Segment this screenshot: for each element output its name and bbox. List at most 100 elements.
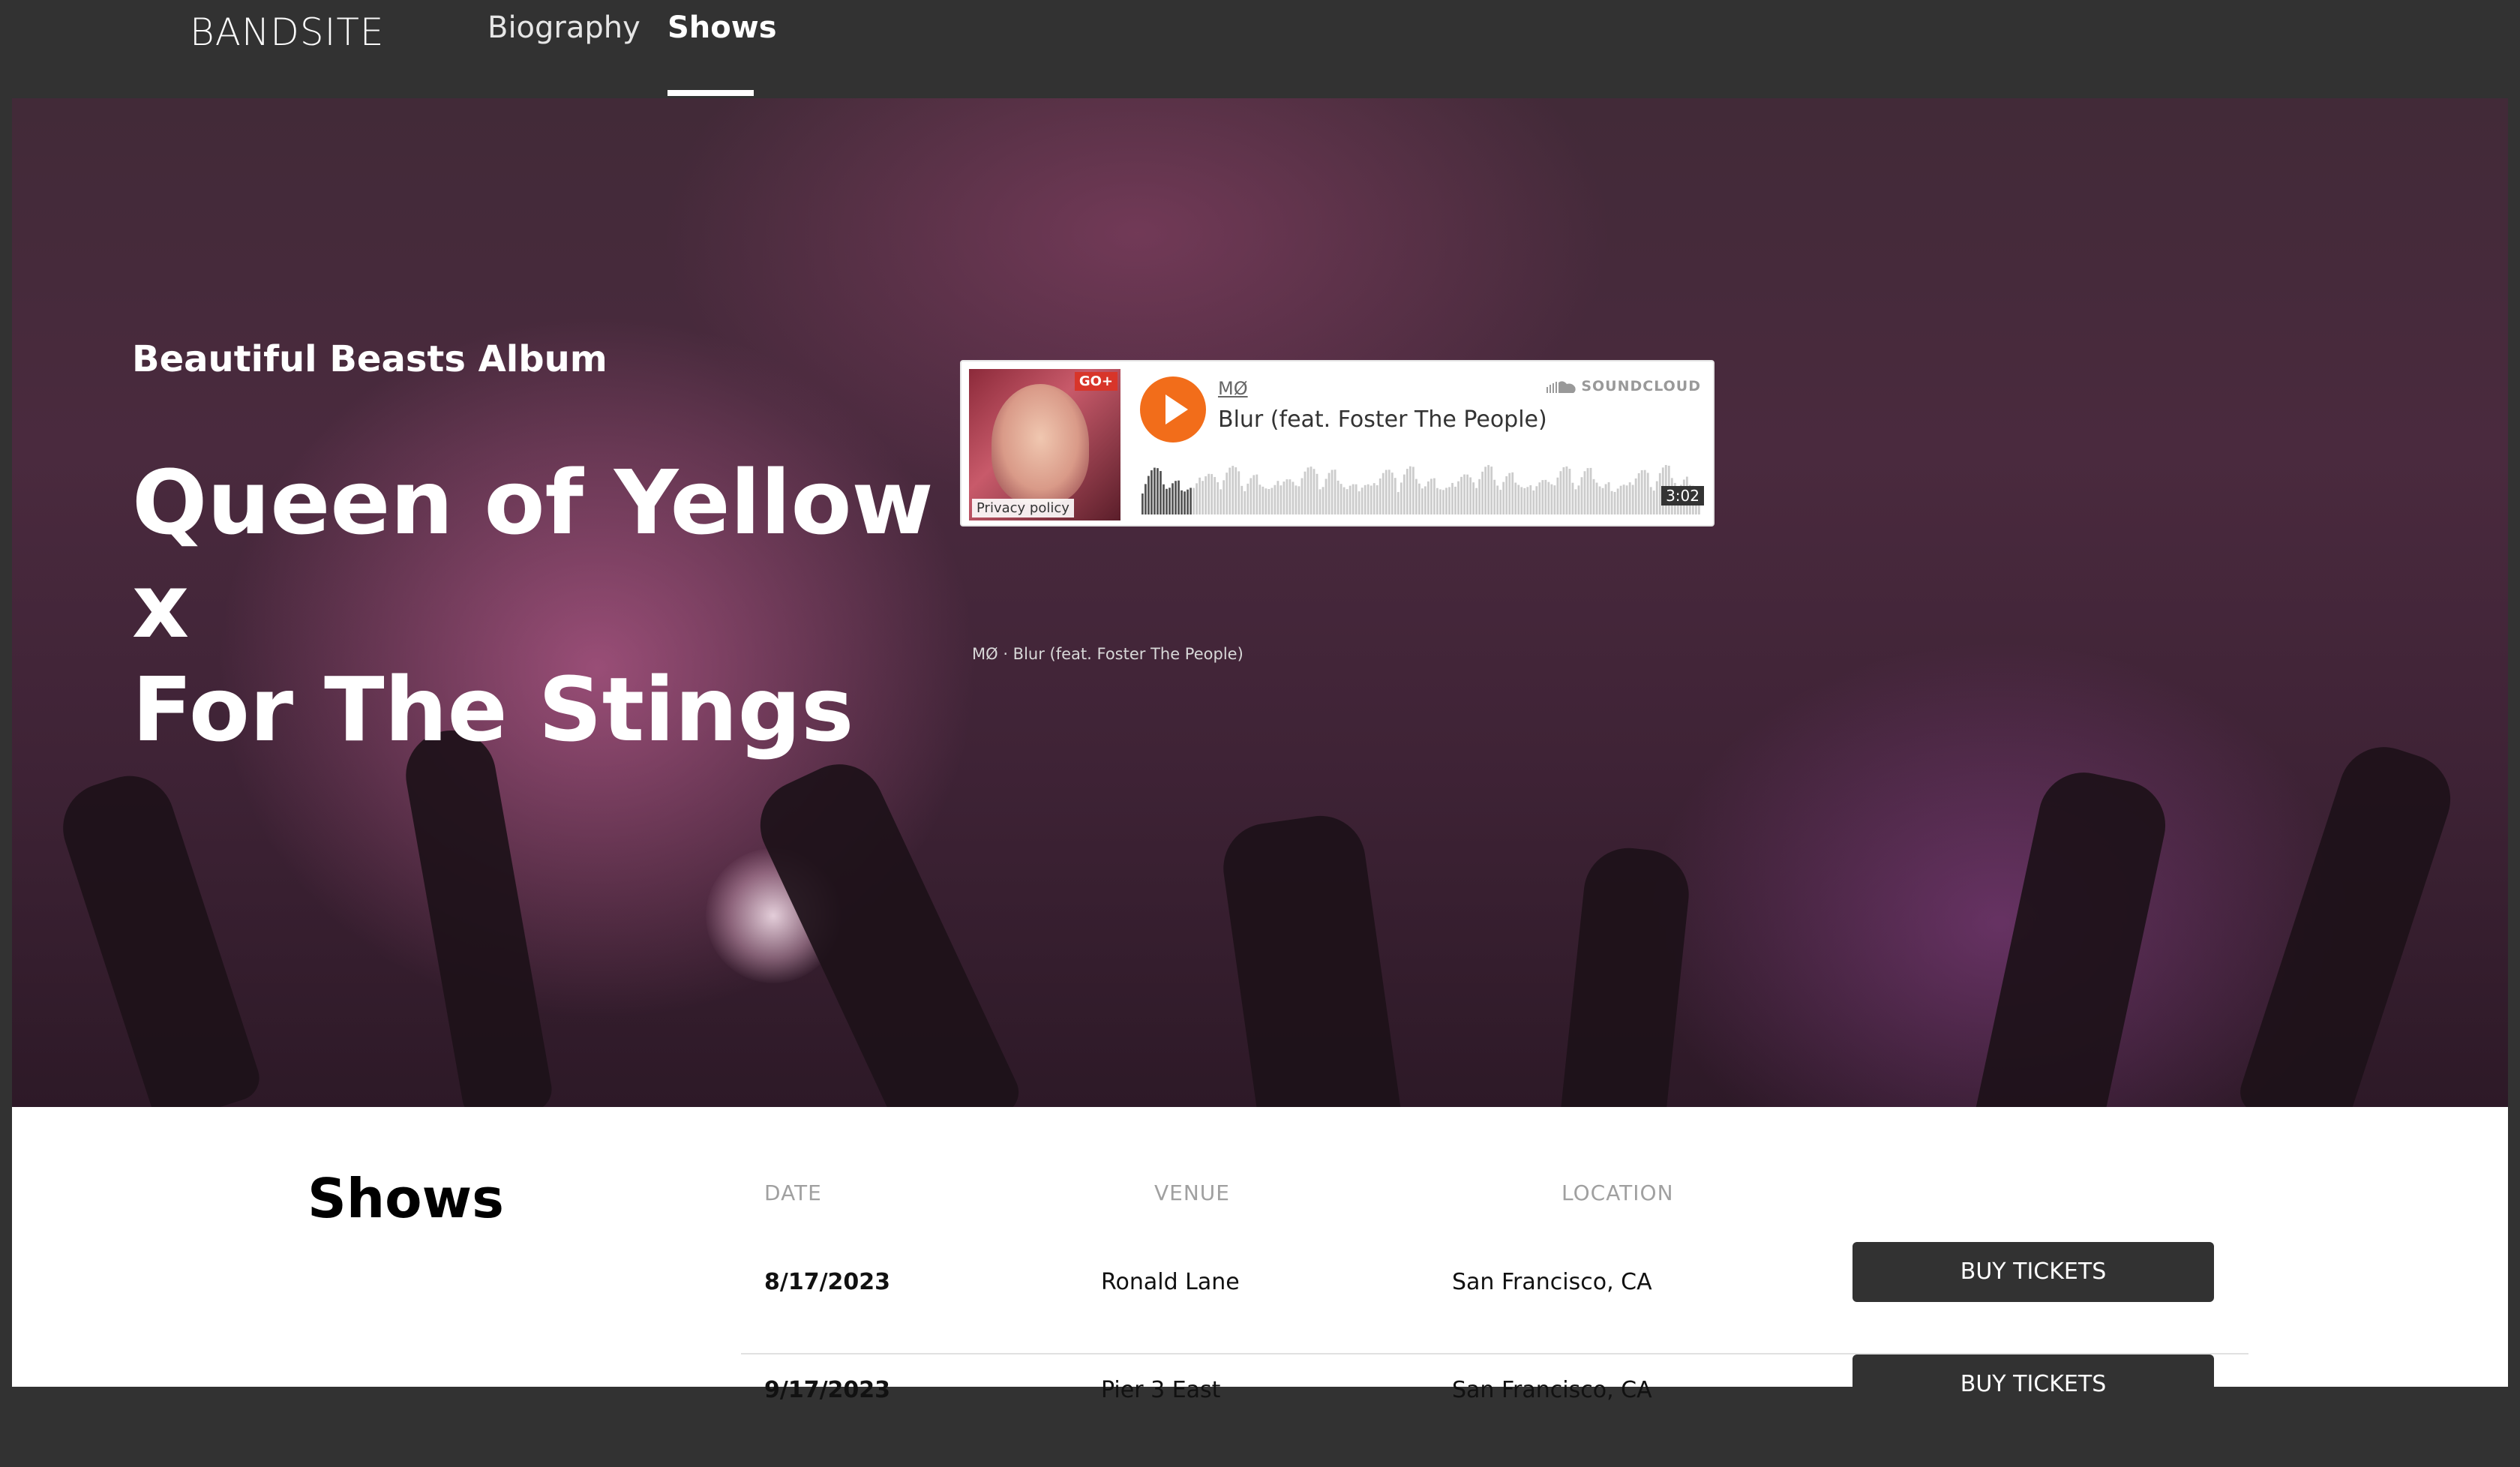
waveform-bar [1366,484,1370,514]
nav-link-biography[interactable]: Biography [488,10,640,45]
hero-title-line-1: Queen of Yellow x [132,451,934,658]
waveform-bar [1652,490,1655,514]
waveform-bar [1445,488,1448,514]
waveform-bar [1412,466,1414,514]
waveform-bar [1376,484,1378,514]
waveform-bar [1418,483,1420,514]
track-title[interactable]: Blur (feat. Foster The People) [1218,406,1547,433]
waveform-bar [1559,471,1562,514]
waveform-bar [1589,467,1592,514]
waveform-bar [1643,470,1646,514]
soundcloud-logo[interactable]: SOUNDCLOUD [1546,378,1701,394]
waveform-bar [1469,477,1472,514]
waveform-bar [1402,474,1406,514]
waveform-bar [1571,482,1574,514]
nav-link-shows[interactable]: Shows [668,10,777,45]
waveform-bar [1529,484,1532,514]
buy-tickets-button[interactable]: BUY TICKETS [1852,1242,2214,1302]
waveform-bar [1535,486,1538,514]
waveform-bar [1288,479,1292,514]
show-venue: Ronald Lane [1101,1269,1240,1295]
play-button[interactable] [1140,376,1206,442]
waveform-bar [1421,488,1424,514]
hero-banner: Beautiful Beasts Album Queen of Yellow x… [12,98,2508,1107]
waveform-bar [1364,484,1366,514]
album-artwork[interactable]: GO+ Privacy policy [969,369,1120,520]
hero-title-line-2: For The Stings [132,658,854,761]
waveform-bar [1150,470,1153,514]
waveform[interactable] [1142,458,1701,514]
waveform-bar [1204,476,1208,514]
waveform-bar [1601,488,1604,514]
embed-caption[interactable]: MØ · Blur (feat. Foster The People) [972,645,1244,663]
waveform-bar [1148,476,1150,514]
waveform-bar [1160,471,1162,514]
waveform-bar [1244,490,1246,514]
waveform-bar [1430,478,1432,514]
waveform-bar [1382,472,1384,514]
waveform-bar [1222,480,1226,514]
privacy-policy-link[interactable]: Privacy policy [972,499,1074,518]
waveform-bar [1310,466,1312,514]
waveform-bar [1493,479,1496,514]
column-header-venue: VENUE [1154,1180,1230,1205]
shows-heading: Shows [308,1167,504,1230]
waveform-bar [1172,483,1174,514]
waveform-bar [1595,482,1598,514]
waveform-bar [1448,487,1450,514]
waveform-bar [1394,478,1396,514]
waveform-bar [1178,480,1180,514]
waveform-bar [1396,492,1400,514]
waveform-bar [1208,473,1210,514]
waveform-bar [1270,488,1274,514]
waveform-bar [1340,484,1342,514]
crowd-hand [2234,735,2462,1107]
waveform-bar [1358,491,1360,514]
waveform-bar [1556,477,1559,514]
site-logo[interactable]: BANDSITE [190,10,384,54]
waveform-bar [1568,469,1571,514]
column-header-location: LOCATION [1562,1180,1674,1205]
waveform-bar [1168,488,1171,514]
waveform-bar [1190,488,1192,514]
show-location: San Francisco, CA [1452,1269,1652,1295]
waveform-bar [1336,480,1340,514]
waveform-bar [1610,490,1613,514]
waveform-bar [1258,484,1262,514]
waveform-bar [1592,478,1595,514]
waveform-bar [1607,482,1610,514]
waveform-bar [1378,478,1382,514]
waveform-bar [1298,486,1300,514]
waveform-bar [1414,478,1418,514]
waveform-bar [1316,473,1318,514]
waveform-bar [1490,466,1493,514]
waveform-bar [1580,477,1583,514]
waveform-bar [1406,469,1408,514]
waveform-bar [1427,481,1430,514]
waveform-bar [1144,484,1147,514]
waveform-bar [1481,471,1484,514]
waveform-bar [1451,482,1454,514]
waveform-bar [1262,486,1264,514]
artist-link[interactable]: MØ [1218,378,1248,399]
waveform-bar [1523,488,1526,514]
waveform-bar [1532,490,1535,514]
waveform-bar [1256,474,1258,514]
waveform-bar [1526,487,1529,514]
waveform-bar [1460,476,1462,514]
waveform-bar [1655,481,1658,514]
waveform-bar [1631,484,1634,514]
waveform-bar [1196,483,1198,514]
waveform-bar [1274,484,1276,514]
waveform-bar [1232,466,1234,514]
waveform-bar [1180,490,1183,514]
waveform-bar [1280,485,1282,514]
waveform-bar [1496,485,1499,514]
waveform-bar [1234,467,1238,514]
buy-tickets-button[interactable]: BUY TICKETS [1852,1354,2214,1414]
waveform-bar [1457,481,1460,514]
nav-active-indicator [668,90,754,96]
waveform-bar [1625,485,1628,514]
album-label: Beautiful Beasts Album [132,338,608,380]
waveform-bar [1198,477,1202,514]
